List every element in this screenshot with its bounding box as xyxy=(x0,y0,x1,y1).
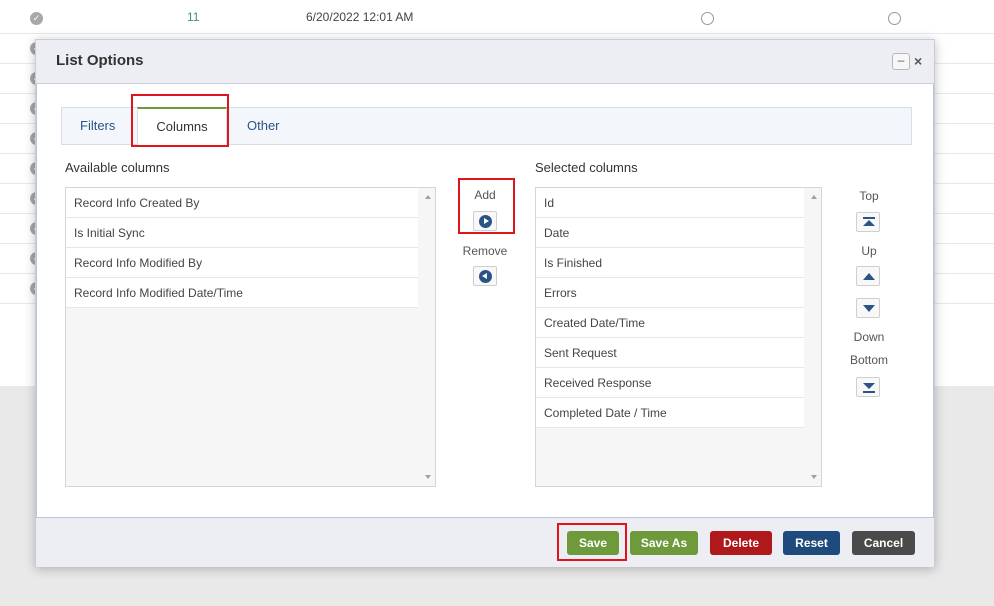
tab-filters[interactable]: Filters xyxy=(80,108,115,144)
list-item[interactable]: Is Finished xyxy=(536,248,804,278)
selected-columns-list[interactable]: Id Date Is Finished Errors Created Date/… xyxy=(535,187,822,487)
triangle-up-icon xyxy=(863,273,875,280)
triangle-down-icon xyxy=(863,305,875,312)
list-item[interactable]: Received Response xyxy=(536,368,804,398)
reset-button[interactable]: Reset xyxy=(783,531,840,555)
highlight-box xyxy=(131,94,229,147)
list-options-dialog: List Options – × Filters Columns Other A… xyxy=(35,39,935,567)
bottom-label: Bottom xyxy=(849,353,888,367)
minimize-button[interactable]: – xyxy=(892,53,910,70)
delete-button[interactable]: Delete xyxy=(710,531,772,555)
dialog-footer: Save Save As Delete Reset Cancel xyxy=(36,517,934,567)
top-label: Top xyxy=(859,189,879,203)
move-up-button[interactable] xyxy=(856,266,880,286)
list-item[interactable]: Record Info Created By xyxy=(66,188,418,218)
list-item[interactable]: Is Initial Sync xyxy=(66,218,418,248)
highlight-box xyxy=(458,178,515,234)
down-label: Down xyxy=(853,330,885,344)
dialog-body: Filters Columns Other Available columns … xyxy=(36,84,934,536)
list-item[interactable]: Sent Request xyxy=(536,338,804,368)
available-columns-heading: Available columns xyxy=(65,160,170,175)
grid-row[interactable]: ✓ 11 6/20/2022 12:01 AM xyxy=(0,4,994,34)
grid-row-date: 6/20/2022 12:01 AM xyxy=(306,10,414,24)
move-bottom-icon xyxy=(863,391,875,393)
remove-label: Remove xyxy=(462,244,508,258)
scrollbar[interactable] xyxy=(421,188,435,486)
list-item[interactable]: Errors xyxy=(536,278,804,308)
scroll-down-icon[interactable] xyxy=(811,475,817,479)
save-as-button[interactable]: Save As xyxy=(630,531,698,555)
highlight-box xyxy=(557,523,627,561)
list-item[interactable]: Id xyxy=(536,188,804,218)
close-button[interactable]: × xyxy=(914,53,922,69)
list-item[interactable]: Date xyxy=(536,218,804,248)
scroll-up-icon[interactable] xyxy=(811,195,817,199)
selected-columns-heading: Selected columns xyxy=(535,160,638,175)
list-item[interactable]: Record Info Modified Date/Time xyxy=(66,278,418,308)
available-columns-list[interactable]: Record Info Created By Is Initial Sync R… xyxy=(65,187,436,487)
play-left-icon xyxy=(479,270,492,283)
list-item[interactable]: Record Info Modified By xyxy=(66,248,418,278)
remove-button[interactable] xyxy=(473,266,497,286)
scroll-up-icon[interactable] xyxy=(425,195,431,199)
move-bottom-button[interactable] xyxy=(856,377,880,397)
tab-other[interactable]: Other xyxy=(247,108,280,144)
scroll-down-icon[interactable] xyxy=(425,475,431,479)
list-item[interactable]: Created Date/Time xyxy=(536,308,804,338)
scrollbar[interactable] xyxy=(807,188,821,486)
radio-icon[interactable] xyxy=(701,12,714,25)
list-item[interactable]: Completed Date / Time xyxy=(536,398,804,428)
move-down-button[interactable] xyxy=(856,298,880,318)
move-top-icon xyxy=(863,217,875,219)
cancel-button[interactable]: Cancel xyxy=(852,531,915,555)
up-label: Up xyxy=(861,244,877,258)
dialog-title: List Options xyxy=(56,52,144,69)
move-top-button[interactable] xyxy=(856,212,880,232)
grid-row-id[interactable]: 11 xyxy=(187,10,199,24)
radio-icon[interactable] xyxy=(888,12,901,25)
check-icon: ✓ xyxy=(30,12,43,25)
dialog-header: List Options – × xyxy=(36,40,934,84)
